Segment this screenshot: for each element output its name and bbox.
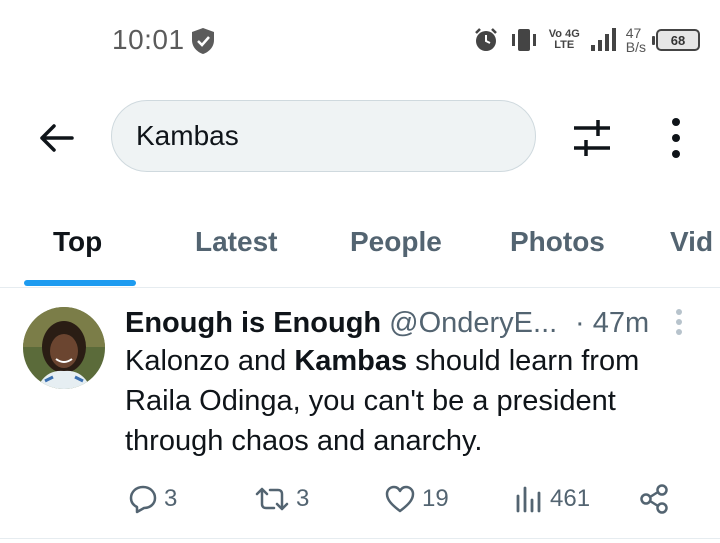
search-filter-button[interactable] — [570, 116, 614, 160]
tab-top[interactable]: Top — [53, 226, 102, 258]
alarm-icon — [474, 28, 497, 51]
network-speed: 47 B/s — [626, 26, 646, 54]
tab-people[interactable]: People — [350, 226, 442, 258]
search-box[interactable] — [111, 100, 536, 172]
share-button[interactable] — [638, 479, 670, 519]
kebab-dot — [676, 319, 682, 325]
tweet-handle[interactable]: @OnderyE... — [389, 307, 557, 340]
reply-button[interactable]: 3 — [128, 479, 177, 519]
tweet-text: Kalonzo and Kambas should learn from Rai… — [125, 341, 705, 461]
battery-level: 68 — [670, 32, 686, 48]
views-button[interactable]: 461 — [514, 479, 590, 519]
shield-icon — [192, 28, 214, 54]
status-icons: Vo 4G LTE 47 B/s 68 — [473, 22, 700, 58]
search-tabs: Top Latest People Photos Vid — [0, 206, 720, 288]
tweet-more-button[interactable] — [676, 309, 684, 335]
reply-count: 3 — [164, 485, 178, 512]
status-time: 10:01 — [112, 24, 185, 55]
share-icon — [640, 484, 668, 514]
more-options-button[interactable] — [660, 116, 692, 160]
retweet-button[interactable]: 3 — [254, 479, 309, 519]
status-bar: 10:01 Vo 4G LTE 47 B/s 68 — [0, 0, 720, 80]
avatar-image — [23, 307, 105, 389]
tab-videos[interactable]: Vid — [670, 226, 713, 258]
network-speed-unit: B/s — [625, 39, 646, 55]
like-button[interactable]: 19 — [384, 479, 449, 519]
tweet-text-before: Kalonzo and — [125, 345, 295, 377]
search-input[interactable] — [136, 101, 516, 171]
tweet-header: Enough is Enough @OnderyE... · 47m — [125, 303, 649, 343]
battery-icon: 68 — [652, 29, 700, 51]
kebab-dot — [672, 150, 680, 158]
tab-latest[interactable]: Latest — [195, 226, 277, 258]
tweet-display-name[interactable]: Enough is Enough — [125, 307, 381, 340]
kebab-menu-icon — [672, 118, 680, 126]
back-button[interactable] — [36, 118, 76, 158]
tweet[interactable]: Enough is Enough @OnderyE... · 47m Kalon… — [0, 289, 720, 539]
signal-icon — [590, 28, 616, 51]
heart-icon — [385, 485, 415, 513]
retweet-icon — [255, 487, 289, 511]
tweet-text-highlight: Kambas — [294, 345, 408, 377]
retweet-count: 3 — [296, 485, 310, 512]
kebab-dot — [676, 329, 682, 335]
tab-photos[interactable]: Photos — [510, 226, 605, 258]
network-type-bottom: LTE — [554, 39, 575, 51]
views-count: 461 — [550, 485, 591, 512]
sliders-icon — [574, 120, 610, 156]
speech-bubble-icon — [129, 485, 157, 514]
active-tab-indicator — [24, 280, 136, 286]
like-count: 19 — [422, 485, 449, 512]
vibrate-icon — [511, 29, 536, 51]
avatar[interactable] — [23, 307, 105, 389]
tweet-actions: 3 3 19 461 — [0, 479, 720, 519]
network-type: Vo 4G LTE — [549, 29, 580, 51]
network-speed-value: 47 — [625, 25, 642, 41]
tweet-time: · 47m — [575, 307, 650, 339]
kebab-dot — [672, 134, 680, 142]
arrow-left-icon — [40, 124, 74, 152]
bar-chart-icon — [516, 486, 541, 513]
kebab-menu-icon — [676, 309, 682, 315]
